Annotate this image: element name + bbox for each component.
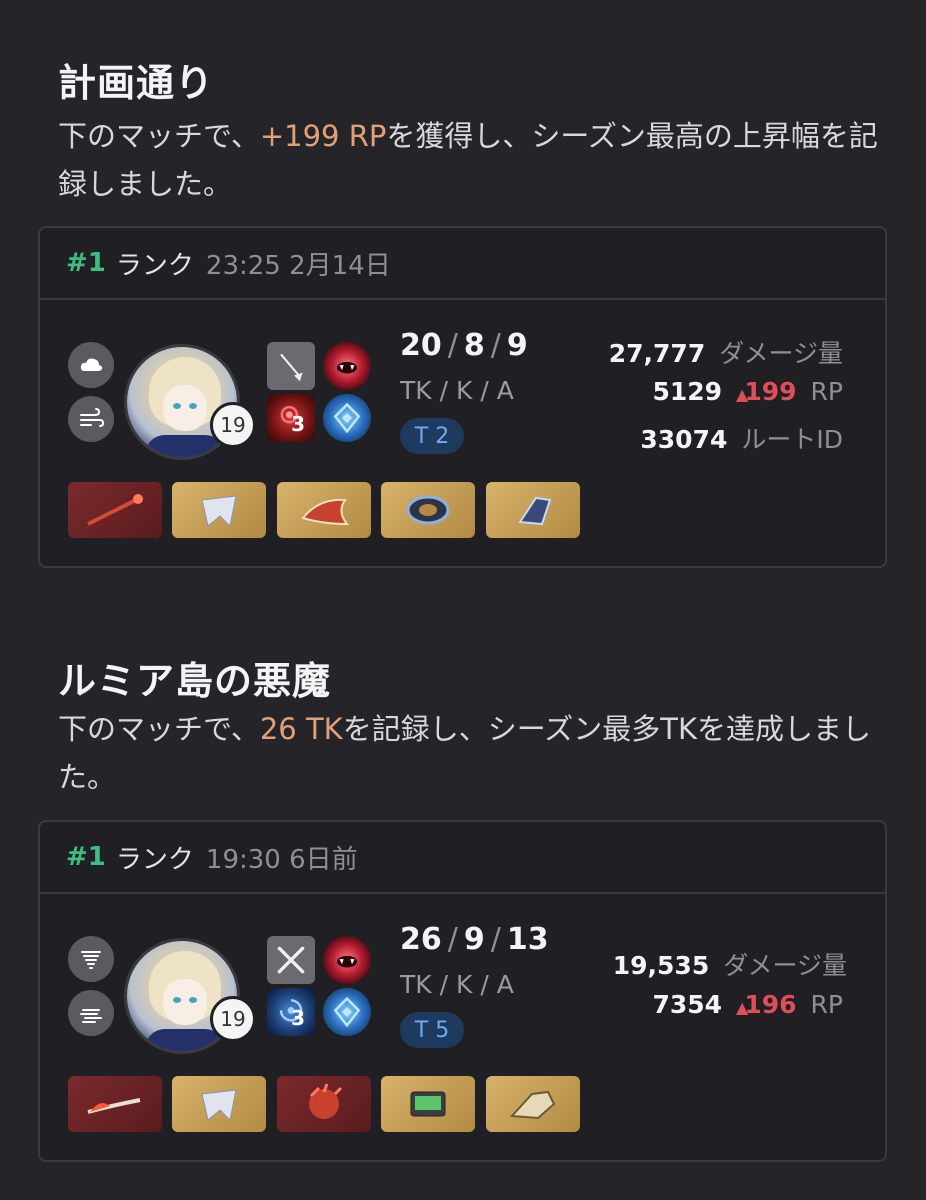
weapon-item[interactable] [68,482,162,538]
arm-item[interactable] [381,1076,475,1132]
achievement-title: 計画通り [58,61,215,105]
trait-count: 3 [291,412,305,436]
leg-item[interactable] [486,482,580,538]
kda-label: TK / K / A [400,376,514,405]
kda-values: 20/8/9 [400,328,528,363]
kda-values: 26/9/13 [400,922,549,957]
tornado-icon [68,936,114,982]
arm-item[interactable] [381,482,475,538]
route-stat: 33074 ルートID [640,425,843,454]
head-item[interactable] [277,482,371,538]
character-level-badge: 19 [210,996,256,1042]
cloud-icon [68,342,114,388]
trait-count: 3 [291,1006,305,1030]
weapon-item[interactable] [68,1076,162,1132]
leg-item[interactable] [486,1076,580,1132]
vampire-mouth-icon [323,342,371,390]
damage-stat: 19,535 ダメージ量 [612,951,847,980]
blue-crest-icon [323,394,371,442]
match-rank: #1 [66,248,106,278]
chest-item[interactable] [172,1076,266,1132]
match-rank: #1 [66,842,106,872]
damage-stat: 27,777 ダメージ量 [608,339,843,368]
match-card[interactable]: #1 ランク 23:25 2月14日 19 3 20 / 8 / 9 TK / … [38,226,887,568]
rp-stat: 5129 ▲ 199 RP [652,377,843,406]
kda-label: TK / K / A [400,970,514,999]
match-card[interactable]: #1 ランク 19:30 6日前 19 3 26 / 9 / 13 TK / K… [38,820,887,1162]
match-header: #1 ランク 23:25 2月14日 [40,228,885,300]
achievement-description: 下のマッチで、+199 RPを獲得し、シーズン最高の上昇幅を記録しました。 [58,119,878,201]
rapier-icon [267,342,315,390]
match-body: 19 3 26/9/13 TK / K / A T 5 19,535 ダメージ量 [40,894,885,1161]
fog-icon [68,990,114,1036]
vampire-mouth-icon [323,936,371,984]
achievement-description: 下のマッチで、26 TKを記録し、シーズン最多TKを達成しました。 [58,712,871,794]
red-aura-icon: 3 [267,394,315,442]
rp-stat: 7354 ▲ 196 RP [652,990,843,1019]
tier-badge: T 5 [400,1012,464,1048]
match-mode: ランク [115,250,194,281]
match-header: #1 ランク 19:30 6日前 [40,822,885,894]
match-mode: ランク [115,844,194,875]
tier-badge: T 2 [400,418,464,454]
head-item[interactable] [277,1076,371,1132]
character-level-badge: 19 [210,402,256,448]
match-time: 19:30 6日前 [205,844,358,875]
crossed-swords-icon [267,936,315,984]
match-time: 23:25 2月14日 [205,250,391,281]
achievement-title: ルミア島の悪魔 [58,659,332,703]
blue-vortex-icon: 3 [267,988,315,1036]
match-body: 19 3 20/8/9 TK / K / A T 2 27,777 ダメージ量 [40,300,885,567]
blue-crest-icon [323,988,371,1036]
wind-icon [68,396,114,442]
chest-item[interactable] [172,482,266,538]
